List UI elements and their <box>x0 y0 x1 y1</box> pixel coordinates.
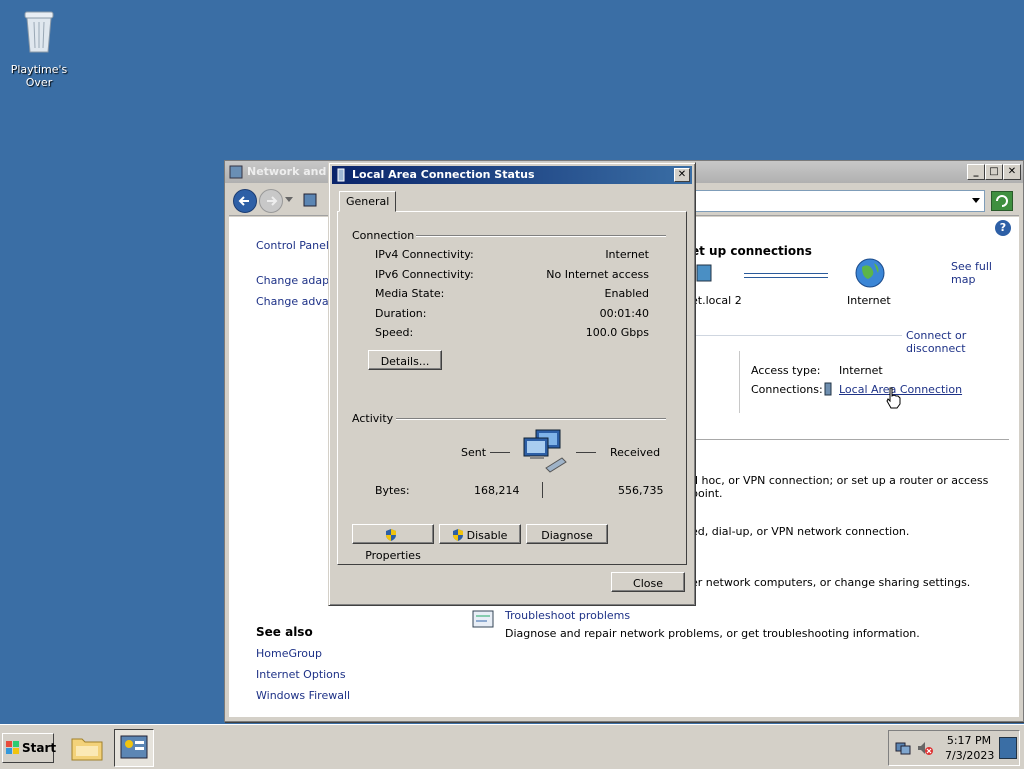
connections-label: Connections: <box>751 383 823 396</box>
disable-button[interactable]: Disable <box>439 524 521 544</box>
address-dropdown-icon[interactable] <box>972 198 980 204</box>
see-full-map-link[interactable]: See full map <box>951 260 1019 286</box>
divider-middle <box>691 439 1009 440</box>
bytes-received-value: 556,735 <box>618 484 664 497</box>
homegroup-link[interactable]: HomeGroup <box>256 647 322 660</box>
taskbar: Start 5:17 PM 7/3/2023 <box>0 724 1024 769</box>
start-label: Start <box>22 741 57 755</box>
troubleshoot-link[interactable]: Troubleshoot problems <box>505 609 630 622</box>
network-center-icon <box>120 735 148 759</box>
properties-button[interactable]: Properties <box>352 524 434 562</box>
address-field[interactable] <box>689 190 985 212</box>
sent-label: Sent <box>461 446 487 459</box>
close-button[interactable]: Close <box>611 572 685 592</box>
received-label: Received <box>610 446 661 459</box>
close-button[interactable]: ✕ <box>1003 164 1021 180</box>
dialog-titlebar[interactable]: Local Area Connection Status ✕ <box>332 166 692 184</box>
disable-button-label: Disable <box>466 529 508 542</box>
uac-shield-icon <box>452 529 463 541</box>
dialog-title: Local Area Connection Status <box>352 168 535 181</box>
connect-disconnect-link[interactable]: Connect or disconnect <box>902 329 1019 355</box>
hand-cursor-icon <box>886 387 901 409</box>
clock-time[interactable]: 5:17 PM <box>945 734 993 747</box>
task-text-2: ed, dial-up, or VPN network connection. <box>691 525 910 538</box>
internet-node-label: Internet <box>847 294 891 307</box>
help-icon[interactable]: ? <box>995 220 1011 236</box>
see-also-heading: See also <box>256 625 313 639</box>
network-tray-icon[interactable] <box>895 740 911 756</box>
received-line <box>576 452 596 453</box>
minimize-button[interactable]: _ <box>967 164 985 180</box>
activity-divider <box>396 418 666 420</box>
network-node-label: et.local 2 <box>691 294 742 307</box>
connection-divider <box>416 235 666 237</box>
general-panel: Connection IPv4 Connectivity: Internet I… <box>337 211 687 565</box>
network-icon <box>229 165 243 179</box>
properties-button-label: Properties <box>365 549 421 562</box>
duration-label: Duration: <box>375 307 427 320</box>
back-button[interactable] <box>233 189 257 213</box>
back-arrow-icon <box>238 196 249 206</box>
recycle-bin-desktop-icon[interactable]: Playtime's Over <box>2 6 76 89</box>
network-node-icon <box>696 264 712 282</box>
maximize-button[interactable]: □ <box>985 164 1003 180</box>
diagnose-button[interactable]: Diagnose <box>526 524 608 544</box>
network-activity-icon <box>523 429 567 473</box>
refresh-button[interactable] <box>991 191 1013 211</box>
tab-general[interactable]: General <box>339 191 397 212</box>
task-text-1: d hoc, or VPN connection; or set up a ro… <box>691 474 989 500</box>
start-button[interactable]: Start <box>2 733 57 763</box>
internet-globe-icon <box>855 258 885 288</box>
details-separator <box>739 351 740 413</box>
speed-label: Speed: <box>375 326 414 339</box>
system-tray: 5:17 PM 7/3/2023 <box>888 730 1020 766</box>
bytes-label: Bytes: <box>375 484 410 497</box>
recycle-bin-icon <box>24 11 54 53</box>
ipv4-value: Internet <box>605 248 649 261</box>
uac-shield-icon <box>386 529 396 541</box>
lan-connection-icon <box>824 382 832 396</box>
forward-arrow-icon <box>267 196 278 206</box>
history-dropdown-icon[interactable] <box>285 197 293 203</box>
taskbar-explorer-button[interactable] <box>68 729 106 765</box>
ipv6-label: IPv6 Connectivity: <box>375 268 474 281</box>
details-button[interactable]: Details... <box>368 350 442 370</box>
recycle-bin-label: Playtime's Over <box>10 63 68 89</box>
troubleshoot-icon <box>472 610 494 628</box>
taskbar-network-center-button[interactable] <box>114 729 154 767</box>
access-type-label: Access type: <box>751 364 821 377</box>
windows-firewall-link[interactable]: Windows Firewall <box>256 689 350 702</box>
internet-options-link[interactable]: Internet Options <box>256 668 346 681</box>
media-state-value: Enabled <box>604 287 649 300</box>
folder-icon <box>71 738 103 761</box>
dialog-close-x-button[interactable]: ✕ <box>674 168 690 182</box>
bytes-separator <box>542 482 543 498</box>
setup-connections-heading: et up connections <box>691 244 812 258</box>
nsc-title: Network and S <box>247 165 339 178</box>
media-state-label: Media State: <box>375 287 445 300</box>
ipv6-value: No Internet access <box>546 268 649 281</box>
duration-value: 00:01:40 <box>599 307 649 320</box>
status-dialog: Local Area Connection Status ✕ General C… <box>328 162 696 606</box>
lan-connection-icon <box>337 168 345 182</box>
refresh-icon <box>996 195 1008 207</box>
task-text-3: er network computers, or change sharing … <box>691 576 971 589</box>
access-type-value: Internet <box>839 364 883 377</box>
show-desktop-button[interactable] <box>999 737 1017 759</box>
ipv4-label: IPv4 Connectivity: <box>375 248 474 261</box>
clock-date[interactable]: 7/3/2023 <box>945 749 994 762</box>
speed-value: 100.0 Gbps <box>585 326 649 339</box>
forward-button[interactable] <box>259 189 283 213</box>
bytes-sent-value: 168,214 <box>474 484 520 497</box>
connection-heading: Connection <box>352 229 415 242</box>
troubleshoot-description: Diagnose and repair network problems, or… <box>505 627 920 640</box>
map-link-line <box>744 273 828 278</box>
control-panel-icon <box>303 193 317 207</box>
volume-muted-icon[interactable] <box>917 740 933 756</box>
windows-logo-icon <box>6 741 19 754</box>
activity-heading: Activity <box>352 412 394 425</box>
sent-line <box>490 452 510 453</box>
